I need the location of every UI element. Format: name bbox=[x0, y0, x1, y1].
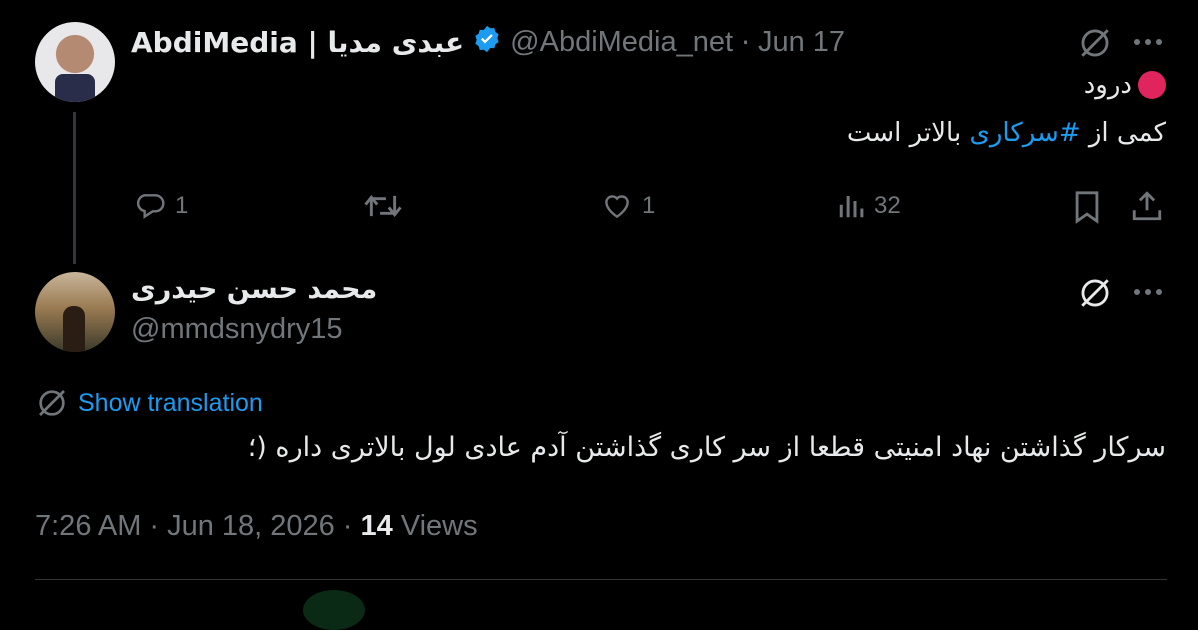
reply-icon bbox=[133, 190, 167, 222]
tweet1-text-suffix: بالاتر است bbox=[846, 118, 970, 148]
translate-icon bbox=[36, 387, 68, 419]
partial-avatar-bottom bbox=[303, 590, 365, 630]
avatar-abdimedia[interactable] bbox=[35, 22, 115, 102]
repost-icon bbox=[364, 190, 402, 222]
grok-icon[interactable] bbox=[1078, 26, 1112, 60]
bookmark-icon bbox=[1072, 190, 1102, 224]
red-circle-icon bbox=[1138, 71, 1166, 99]
author-name[interactable]: AbdiMedia | عبدی مدیا bbox=[131, 26, 464, 59]
like-button[interactable]: 1 bbox=[600, 190, 655, 222]
analytics-icon bbox=[836, 190, 866, 222]
tweet-time[interactable]: 7:26 AM bbox=[35, 510, 141, 543]
views-label: Views bbox=[400, 510, 478, 542]
tweet1-text-prefix: کمی از bbox=[1080, 118, 1166, 148]
tweet1-header: AbdiMedia | عبدی مدیا @AbdiMedia_net · J… bbox=[131, 22, 845, 62]
divider bbox=[35, 579, 1167, 580]
share-button[interactable] bbox=[1130, 188, 1164, 224]
tweet1-greeting: درود bbox=[1083, 70, 1132, 100]
hashtag-link[interactable]: #سرکاری bbox=[969, 118, 1080, 148]
author-handle[interactable]: @AbdiMedia_net bbox=[510, 26, 733, 59]
dot-separator: · bbox=[741, 25, 750, 59]
views-button[interactable]: 32 bbox=[836, 190, 901, 222]
tweet-date[interactable]: Jun 17 bbox=[758, 26, 845, 59]
show-translation-label: Show translation bbox=[78, 388, 263, 417]
grok-icon-reply[interactable] bbox=[1078, 276, 1112, 310]
like-count: 1 bbox=[642, 192, 656, 219]
tweet1-line1: درود bbox=[1084, 70, 1166, 100]
share-icon bbox=[1130, 188, 1164, 224]
reply-count: 1 bbox=[175, 192, 189, 219]
tweet1-line2: کمی از #سرکاری بالاتر است bbox=[847, 118, 1166, 148]
heart-icon bbox=[600, 190, 634, 222]
avatar-mmdsnydry[interactable] bbox=[35, 272, 115, 352]
repost-button[interactable] bbox=[364, 190, 402, 222]
reply-text: سرکار گذاشتن نهاد امنیتی قطعا از سر کاری… bbox=[247, 432, 1166, 463]
reply-author-name[interactable]: محمد حسن حیدری bbox=[131, 274, 377, 305]
verified-badge-icon bbox=[472, 24, 502, 61]
views-total: 14 bbox=[360, 510, 393, 542]
views-count: 32 bbox=[874, 192, 901, 219]
show-translation-link[interactable]: Show translation bbox=[36, 387, 263, 419]
tweet-full-date[interactable]: Jun 18, 2026 bbox=[167, 510, 335, 543]
meta-separator-2: · bbox=[342, 510, 353, 542]
thread-connector bbox=[73, 112, 76, 264]
reply-author-handle[interactable]: @mmdsnydry15 bbox=[131, 313, 343, 346]
meta-separator-1: · bbox=[149, 510, 160, 542]
tweet-meta: 7:26 AM · Jun 18, 2026 · 14 Views bbox=[35, 510, 478, 543]
bookmark-button[interactable] bbox=[1072, 190, 1102, 224]
more-options-icon[interactable] bbox=[1132, 32, 1164, 52]
more-options-icon-reply[interactable] bbox=[1132, 282, 1164, 302]
reply-button[interactable]: 1 bbox=[133, 190, 188, 222]
